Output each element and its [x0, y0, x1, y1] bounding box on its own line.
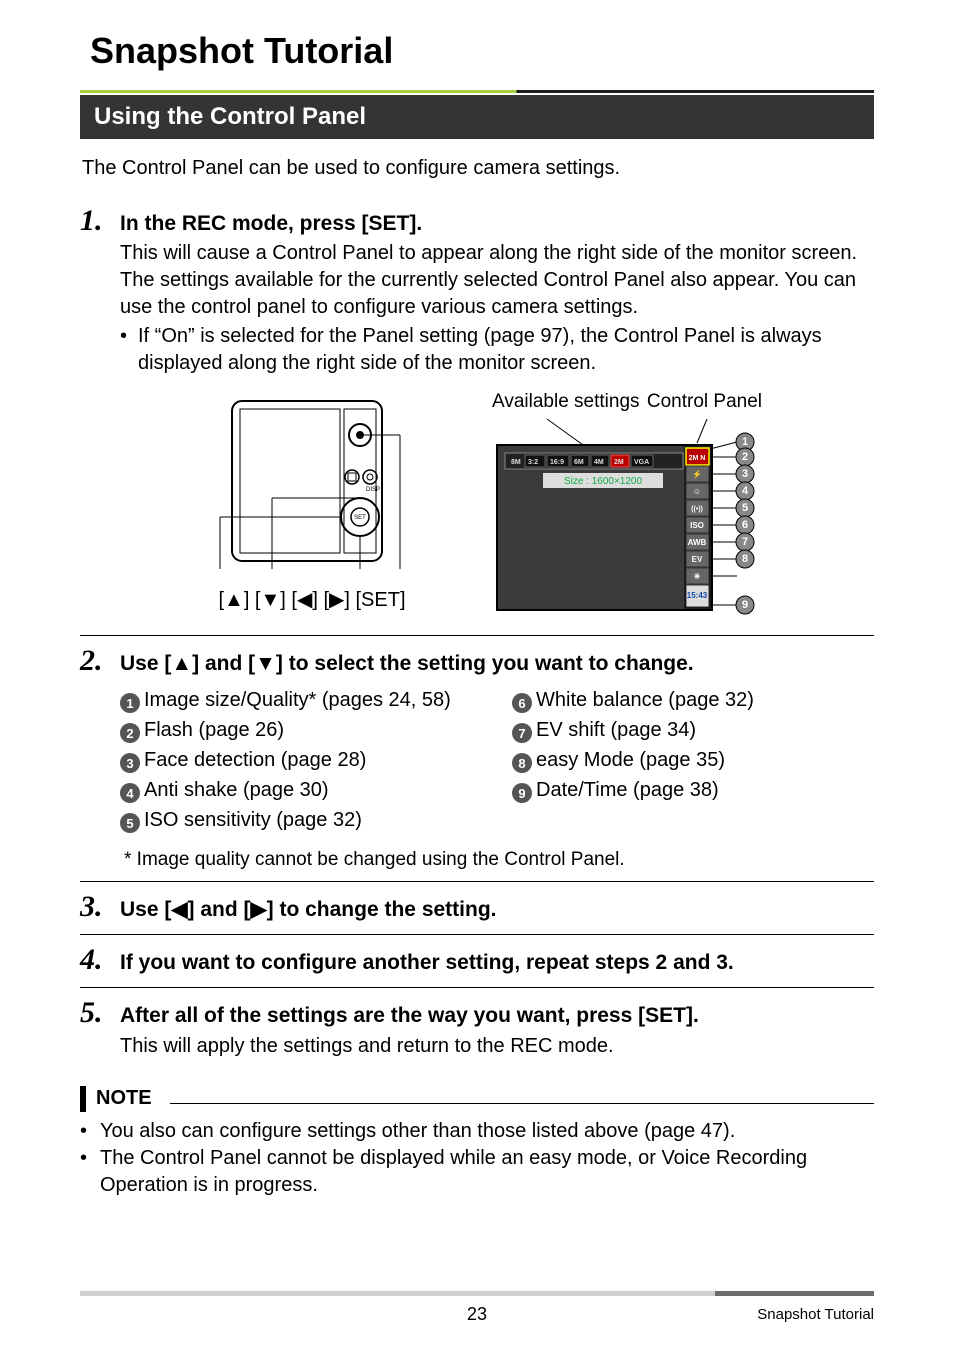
- accent-divider: [80, 90, 874, 93]
- section-header: Using the Control Panel: [80, 95, 874, 139]
- note-item: •The Control Panel cannot be displayed w…: [80, 1145, 874, 1199]
- screen-size-text: Size : 1600×1200: [564, 476, 643, 487]
- screen-diagram: Available settings Control Panel 8M: [482, 391, 772, 625]
- step-3: 3. Use [◀] and [▶] to change the setting…: [80, 890, 874, 924]
- svg-text:DISP: DISP: [366, 487, 380, 493]
- svg-text:2: 2: [742, 451, 748, 463]
- svg-text:2M N: 2M N: [689, 455, 706, 462]
- svg-text:2M: 2M: [614, 459, 624, 466]
- step-heading: After all of the settings are the way yo…: [120, 1002, 699, 1030]
- step-heading: If you want to configure another setting…: [120, 949, 734, 977]
- svg-text:3:2: 3:2: [528, 459, 538, 466]
- step-bullet-text: If “On” is selected for the Panel settin…: [138, 323, 874, 377]
- svg-text:7: 7: [742, 536, 748, 548]
- step-heading: Use [◀] and [▶] to change the setting.: [120, 896, 496, 924]
- svg-text:⚡: ⚡: [692, 469, 702, 479]
- step-5: 5. After all of the settings are the way…: [80, 996, 874, 1059]
- step-body: This will apply the settings and return …: [120, 1033, 874, 1060]
- svg-text:5: 5: [742, 502, 748, 514]
- step-number: 4.: [80, 943, 108, 977]
- setting-item: Anti shake (page 30): [144, 779, 329, 801]
- svg-text:15:43: 15:43: [687, 591, 708, 600]
- setting-item: Flash (page 26): [144, 719, 284, 741]
- step-2: 2. Use [▲] and [▼] to select the setting…: [80, 644, 874, 870]
- settings-col-left: 1Image size/Quality* (pages 24, 58) 2Fla…: [120, 685, 482, 835]
- svg-text:✳: ✳: [694, 572, 701, 581]
- note-title: NOTE: [96, 1087, 160, 1110]
- footer-section: Snapshot Tutorial: [757, 1306, 874, 1323]
- setting-item: ISO sensitivity (page 32): [144, 809, 362, 831]
- svg-text:ISO: ISO: [690, 521, 704, 530]
- svg-text:EV: EV: [692, 555, 703, 564]
- step-4: 4. If you want to configure another sett…: [80, 943, 874, 977]
- svg-text:16:9: 16:9: [550, 459, 564, 466]
- step-body: This will cause a Control Panel to appea…: [120, 240, 874, 321]
- svg-text:((•)): ((•)): [691, 506, 703, 513]
- control-panel-label: Control Panel: [647, 391, 762, 413]
- svg-text:6: 6: [742, 519, 748, 531]
- step-bullet: •If “On” is selected for the Panel setti…: [120, 323, 874, 377]
- svg-text:8M: 8M: [511, 459, 521, 466]
- page-number: 23: [467, 1304, 487, 1325]
- note-bar-icon: [80, 1086, 86, 1112]
- svg-text:9: 9: [742, 599, 748, 611]
- svg-text:6M: 6M: [574, 459, 584, 466]
- page-footer: 23 Snapshot Tutorial: [80, 1291, 874, 1325]
- key-label: [▲] [▼] [◀] [▶] [SET]: [182, 587, 442, 612]
- available-settings-label: Available settings: [492, 391, 640, 413]
- settings-col-right: 6White balance (page 32) 7EV shift (page…: [512, 685, 874, 835]
- setting-item: White balance (page 32): [536, 689, 754, 711]
- svg-text:SET: SET: [354, 515, 366, 521]
- step-heading: Use [▲] and [▼] to select the setting yo…: [120, 650, 694, 678]
- svg-text:8: 8: [742, 553, 748, 565]
- svg-text:3: 3: [742, 468, 748, 480]
- svg-text:AWB: AWB: [688, 538, 707, 547]
- intro-text: The Control Panel can be used to configu…: [82, 155, 874, 182]
- svg-text:4M: 4M: [594, 459, 604, 466]
- note-item: •You also can configure settings other t…: [80, 1118, 874, 1145]
- step-heading: In the REC mode, press [SET].: [120, 210, 422, 238]
- step-number: 5.: [80, 996, 108, 1030]
- note-block: NOTE •You also can configure settings ot…: [80, 1086, 874, 1199]
- svg-text:☺: ☺: [693, 487, 701, 496]
- footnote: * Image quality cannot be changed using …: [124, 849, 874, 871]
- page-title: Snapshot Tutorial: [90, 30, 874, 72]
- setting-item: Face detection (page 28): [144, 749, 366, 771]
- setting-item: Date/Time (page 38): [536, 779, 719, 801]
- step-number: 3.: [80, 890, 108, 924]
- step-number: 2.: [80, 644, 108, 678]
- setting-item: EV shift (page 34): [536, 719, 696, 741]
- camera-diagram: DISP SET [▲: [182, 391, 442, 625]
- svg-text:1: 1: [742, 436, 748, 448]
- step-1: 1. In the REC mode, press [SET]. This wi…: [80, 204, 874, 625]
- svg-text:4: 4: [742, 485, 749, 497]
- setting-item: Image size/Quality* (pages 24, 58): [144, 689, 451, 711]
- setting-item: easy Mode (page 35): [536, 749, 725, 771]
- step-number: 1.: [80, 204, 108, 238]
- svg-text:VGA: VGA: [634, 459, 649, 466]
